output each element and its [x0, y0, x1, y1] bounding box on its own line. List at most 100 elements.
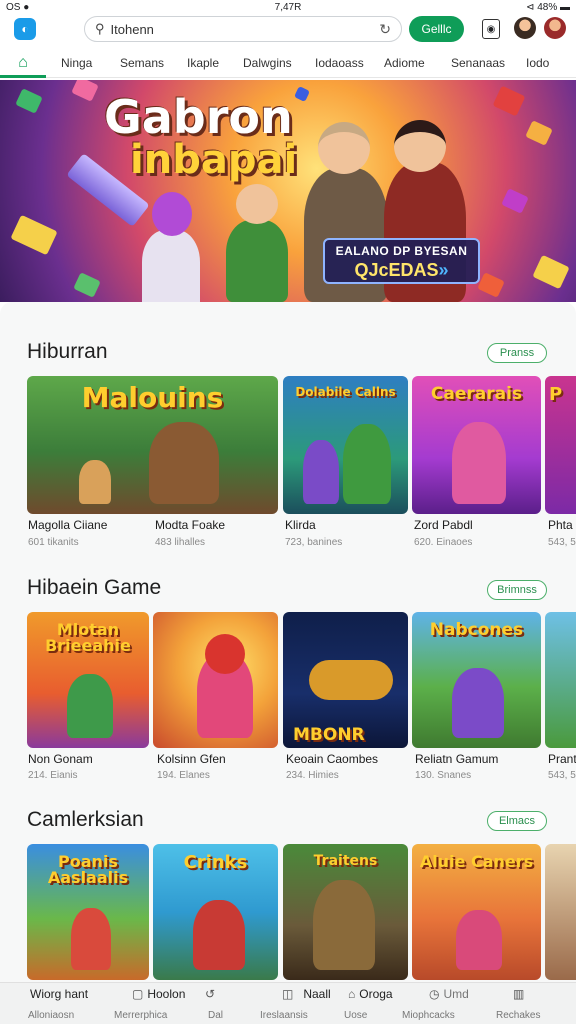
character-illustration — [226, 220, 288, 302]
bottom-nav-label[interactable]: Hoolon — [147, 987, 185, 1001]
character-illustration — [313, 880, 375, 970]
search-icon: ⚲ — [95, 21, 105, 36]
banner-cta-badge[interactable]: EALANO DP BYESAN QJcEDAS» — [323, 238, 480, 284]
tab-item[interactable]: Iodaoass — [315, 56, 364, 70]
bottom-nav-caption[interactable]: Merrerphica — [114, 1010, 167, 1021]
primary-action-button[interactable]: Gelllc — [409, 16, 464, 42]
game-card[interactable]: Malouins — [27, 376, 278, 514]
game-card[interactable] — [153, 612, 278, 748]
avatar-secondary[interactable] — [544, 17, 566, 39]
notification-icon[interactable]: ◉ — [482, 19, 500, 39]
game-title[interactable]: Keoain Caombes — [286, 752, 378, 766]
bell-icon[interactable]: ⌂ — [348, 987, 355, 1001]
arrow-icon: » — [438, 260, 449, 280]
character-illustration — [205, 634, 245, 674]
game-card[interactable]: Aluie Caners — [412, 844, 541, 980]
character-illustration — [394, 120, 446, 172]
app-logo-icon[interactable]: ◐ — [14, 18, 36, 40]
game-meta: 601 tikanits — [28, 537, 79, 548]
section-title: Hiburran — [27, 340, 108, 363]
game-logo: Nabcones — [429, 620, 524, 640]
game-meta: 620. Einaoes — [414, 537, 473, 548]
game-card[interactable]: Nabcones — [412, 612, 541, 748]
refresh-icon[interactable]: ↻ — [379, 21, 391, 38]
decor-cube — [10, 214, 58, 256]
game-card[interactable]: Crinks — [153, 844, 278, 980]
game-meta: 543, 5 — [548, 770, 576, 781]
bottom-nav-caption[interactable]: Miophcacks — [402, 1010, 455, 1021]
bottom-nav-caption[interactable]: Alloniaosn — [28, 1010, 74, 1021]
store-icon[interactable]: ▥ — [513, 987, 524, 1001]
game-card[interactable]: Caerarais — [412, 376, 541, 514]
tab-item[interactable]: Ninga — [61, 56, 92, 70]
game-title[interactable]: Zord Pabdl — [414, 518, 473, 532]
game-art — [545, 612, 576, 748]
game-card[interactable] — [545, 612, 576, 748]
character-illustration — [193, 900, 245, 970]
tab-item[interactable]: Senanaas — [451, 56, 505, 70]
game-meta: 194. Elanes — [157, 770, 210, 781]
game-logo: Mlotan Brieeahie — [45, 620, 131, 655]
bottom-nav-label[interactable]: Naall — [303, 987, 330, 1001]
game-logo: Malouins — [81, 381, 224, 414]
game-card[interactable]: Dolabile Callns — [283, 376, 408, 514]
game-logo: MBONR — [293, 725, 365, 745]
clock-icon[interactable]: ◷ — [429, 987, 439, 1001]
game-logo: P — [549, 384, 563, 405]
game-card[interactable]: MBONR — [283, 612, 408, 748]
game-title[interactable]: Modta Foake — [155, 518, 225, 532]
tab-home[interactable]: ⌂ — [0, 50, 46, 78]
see-more-button[interactable]: Brimnss — [487, 580, 547, 600]
character-illustration — [303, 440, 339, 504]
see-more-button[interactable]: Pranss — [487, 343, 547, 363]
banner-title-line2: inbapai — [130, 137, 298, 183]
game-title[interactable]: Prant — [548, 752, 576, 766]
decor-cube — [501, 188, 529, 214]
tab-item[interactable]: Dalwgins — [243, 56, 292, 70]
bookmark-icon[interactable]: ◫ — [282, 987, 293, 1001]
game-title[interactable]: Reliatn Gamum — [415, 752, 498, 766]
bottom-nav-caption[interactable]: Ireslaansis — [260, 1010, 308, 1021]
banner-title-line1: Gabron — [104, 90, 293, 144]
search-input[interactable]: Itohenn — [111, 22, 380, 37]
game-title[interactable]: Non Gonam — [28, 752, 93, 766]
game-card[interactable]: P — [545, 376, 576, 514]
game-title[interactable]: Magolla Ciiane — [28, 518, 107, 532]
character-illustration — [67, 674, 113, 738]
bottom-nav-caption[interactable]: Dal — [208, 1010, 223, 1021]
game-logo: Traitens — [313, 853, 378, 869]
telescope-illustration — [309, 660, 393, 700]
see-more-button[interactable]: Elmacs — [487, 811, 547, 831]
character-illustration — [452, 668, 504, 738]
tab-item[interactable]: Adiome — [384, 56, 425, 70]
game-logo: Caerarais — [430, 384, 523, 404]
square-icon[interactable]: ▢ — [132, 987, 143, 1001]
game-card[interactable]: Mlotan Brieeahie — [27, 612, 149, 748]
top-bar: ◐ ⚲ Itohenn ↻ Gelllc ◉ — [0, 14, 576, 46]
game-title[interactable]: Phta — [548, 518, 573, 532]
section-title: Camlerksian — [27, 808, 144, 831]
tab-item[interactable]: Semans — [120, 56, 164, 70]
hero-banner[interactable]: Gabron inbapai EALANO DP BYESAN QJcEDAS» — [0, 80, 576, 302]
bottom-nav-label[interactable]: Umd — [443, 987, 468, 1001]
character-illustration — [456, 910, 502, 970]
game-meta: 234. Himies — [286, 770, 339, 781]
bottom-nav-label[interactable]: Oroga — [359, 987, 392, 1001]
bottom-nav-caption[interactable]: Rechakes — [496, 1010, 540, 1021]
character-illustration — [142, 230, 200, 302]
avatar[interactable] — [514, 17, 536, 39]
refresh-icon[interactable]: ↺ — [205, 987, 215, 1001]
character-illustration — [343, 424, 391, 504]
search-bar[interactable]: ⚲ Itohenn ↻ — [84, 16, 402, 42]
bottom-nav-caption[interactable]: Uose — [344, 1010, 367, 1021]
bottom-nav-label[interactable]: Wiorg hant — [30, 987, 88, 1001]
tab-item[interactable]: Ikaple — [187, 56, 219, 70]
game-card[interactable]: Poanis Aaslaalis — [27, 844, 149, 980]
game-logo: Crinks — [183, 852, 248, 873]
tab-item[interactable]: Iodo — [526, 56, 549, 70]
game-logo: Dolabile Callns — [295, 385, 396, 399]
game-card[interactable]: Traitens — [283, 844, 408, 980]
game-title[interactable]: Kolsinn Gfen — [157, 752, 226, 766]
game-card[interactable] — [545, 844, 576, 980]
game-title[interactable]: Klirda — [285, 518, 316, 532]
